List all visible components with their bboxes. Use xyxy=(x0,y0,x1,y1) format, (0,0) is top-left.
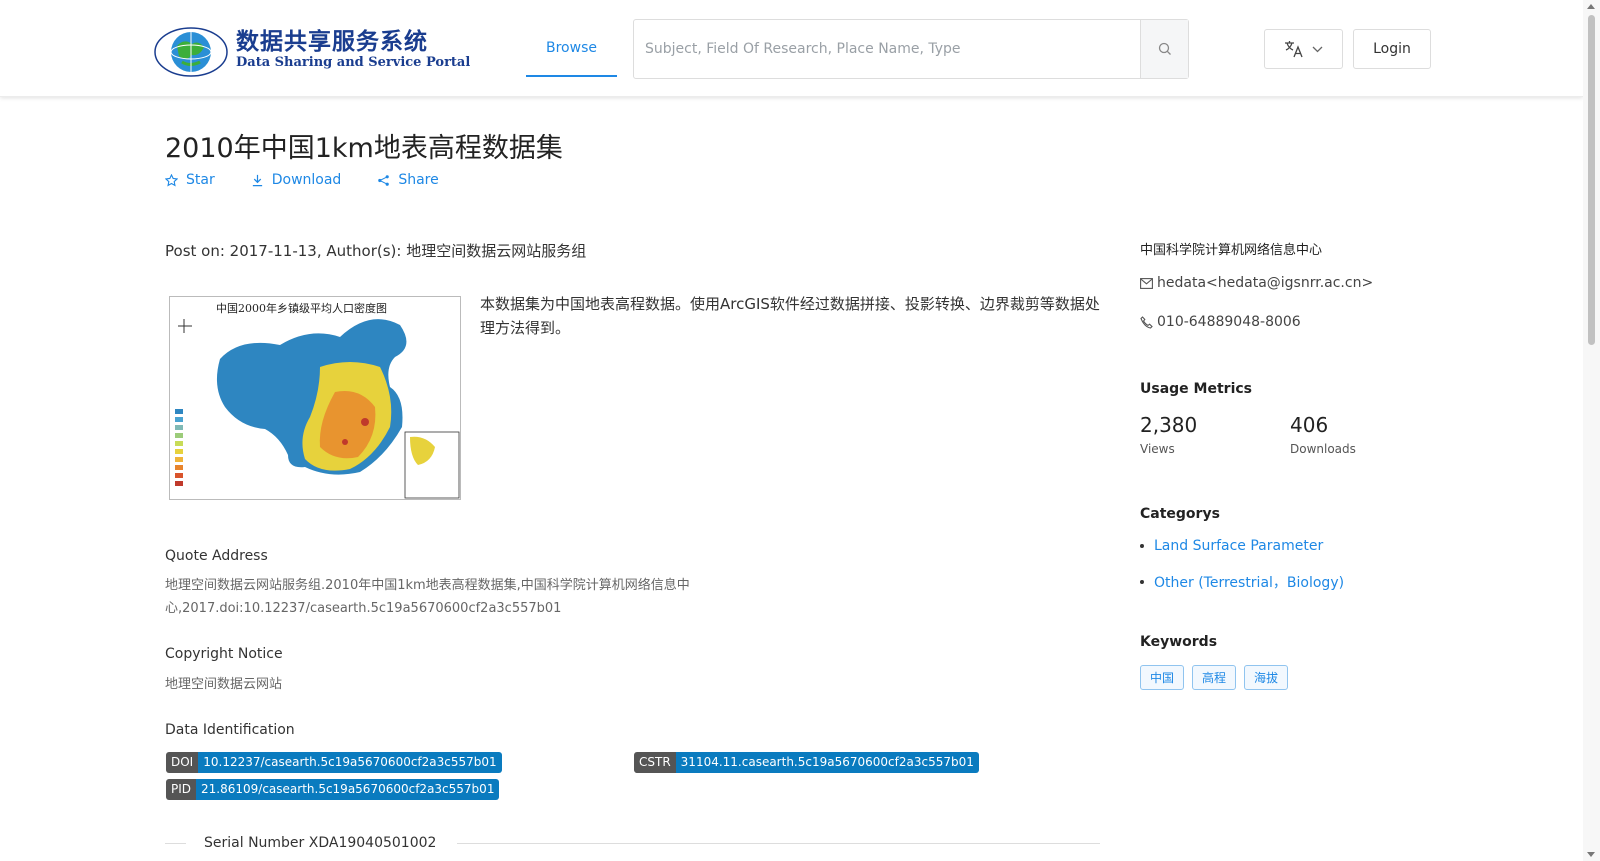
copyright-text: 地理空间数据云网站 xyxy=(165,677,283,692)
divider-right xyxy=(457,843,1100,844)
scroll-up-arrow-icon[interactable] xyxy=(1587,4,1595,9)
category-label: Other (Terrestrial，Biology) xyxy=(1154,575,1345,591)
pid-badge[interactable]: PID 21.86109/casearth.5c19a5670600cf2a3c… xyxy=(166,779,500,800)
categories-heading: Categorys xyxy=(1140,506,1220,522)
keyword-list: 中国 高程 海拔 xyxy=(1140,665,1289,690)
download-button[interactable]: Download xyxy=(251,172,342,188)
phone-icon xyxy=(1140,315,1153,329)
contact-email[interactable]: hedata<hedata@igsnrr.ac.cn> xyxy=(1140,275,1373,291)
cstr-badge[interactable]: CSTR 31104.11.casearth.5c19a5670600cf2a3… xyxy=(634,752,979,773)
dataset-description: 本数据集为中国地表高程数据。使用ArcGIS软件经过数据拼接、投影转换、边界裁剪… xyxy=(480,295,1100,337)
category-item[interactable]: Land Surface Parameter xyxy=(1140,538,1323,554)
login-button[interactable]: Login xyxy=(1353,29,1431,69)
phone-text: 010-64889048-8006 xyxy=(1157,314,1301,330)
bullet-icon xyxy=(1140,544,1144,548)
star-button[interactable]: Star xyxy=(165,172,215,188)
language-switcher[interactable] xyxy=(1264,29,1343,69)
category-item[interactable]: Other (Terrestrial，Biology) xyxy=(1140,572,1344,592)
nav-browse-tab[interactable]: Browse xyxy=(526,20,617,77)
quote-address-label: Quote Address xyxy=(165,548,268,564)
quote-address-text: 地理空间数据云网站服务组.2010年中国1km地表高程数据集,中国科学院计算机网… xyxy=(165,578,690,616)
doi-badge[interactable]: DOI 10.12237/casearth.5c19a5670600cf2a3c… xyxy=(166,752,502,773)
page-scrollbar[interactable] xyxy=(1583,0,1600,861)
views-label: Views xyxy=(1140,442,1175,456)
keyword-tag[interactable]: 高程 xyxy=(1192,665,1237,690)
china-map-image xyxy=(175,319,460,499)
site-logo[interactable]: 数据共享服务系统 Data Sharing and Service Portal xyxy=(152,20,470,80)
search-input[interactable] xyxy=(634,20,1140,78)
contact-organization: 中国科学院计算机网络信息中心 xyxy=(1140,243,1323,258)
serial-number: Serial Number XDA19040501002 xyxy=(204,835,437,851)
email-text: hedata<hedata@igsnrr.ac.cn> xyxy=(1157,275,1374,291)
top-header: 数据共享服务系统 Data Sharing and Service Portal… xyxy=(0,0,1583,97)
keywords-heading: Keywords xyxy=(1140,634,1218,650)
logo-chinese-text: 数据共享服务系统 xyxy=(236,28,428,55)
doi-key: DOI xyxy=(166,752,199,773)
scroll-down-arrow-icon[interactable] xyxy=(1587,852,1595,857)
star-icon xyxy=(165,173,178,186)
share-button[interactable]: Share xyxy=(377,172,439,188)
chevron-down-icon xyxy=(1312,46,1323,52)
downloads-count: 406 xyxy=(1290,413,1329,437)
doi-value[interactable]: 10.12237/casearth.5c19a5670600cf2a3c557b… xyxy=(198,752,502,773)
globe-logo-icon xyxy=(154,27,228,77)
download-icon xyxy=(252,174,262,186)
mail-icon xyxy=(1140,277,1153,289)
share-label: Share xyxy=(398,172,439,188)
page-title: 2010年中国1km地表高程数据集 xyxy=(165,133,563,164)
search-bar xyxy=(633,19,1189,79)
search-button[interactable] xyxy=(1140,20,1188,78)
share-icon xyxy=(378,174,390,186)
downloads-label: Downloads xyxy=(1290,442,1356,456)
keyword-tag[interactable]: 海拔 xyxy=(1244,665,1289,690)
cstr-key: CSTR xyxy=(634,752,676,773)
category-label: Land Surface Parameter xyxy=(1154,538,1324,554)
dataset-thumbnail[interactable]: 中国2000年乡镇级平均人口密度图 xyxy=(169,296,461,500)
cstr-value[interactable]: 31104.11.casearth.5c19a5670600cf2a3c557b… xyxy=(675,752,979,773)
download-label: Download xyxy=(271,172,342,188)
bullet-icon xyxy=(1140,580,1144,584)
usage-metrics-heading: Usage Metrics xyxy=(1140,381,1252,397)
post-info: Post on: 2017-11-13, Author(s): 地理空间数据云网… xyxy=(165,242,587,260)
contact-phone: 010-64889048-8006 xyxy=(1140,314,1301,330)
dataset-actions: Star Download Share xyxy=(165,172,475,188)
data-identification-label: Data Identification xyxy=(165,722,295,738)
copyright-label: Copyright Notice xyxy=(165,646,283,662)
translate-icon xyxy=(1285,41,1303,58)
pid-value[interactable]: 21.86109/casearth.5c19a5670600cf2a3c557b… xyxy=(196,779,500,800)
views-count: 2,380 xyxy=(1140,413,1198,437)
pid-key: PID xyxy=(166,779,197,800)
keyword-tag[interactable]: 中国 xyxy=(1140,665,1185,690)
scroll-thumb[interactable] xyxy=(1588,15,1595,345)
divider-left xyxy=(165,843,186,844)
star-label: Star xyxy=(186,172,215,188)
logo-english-text: Data Sharing and Service Portal xyxy=(236,55,471,70)
search-icon xyxy=(1158,42,1171,55)
